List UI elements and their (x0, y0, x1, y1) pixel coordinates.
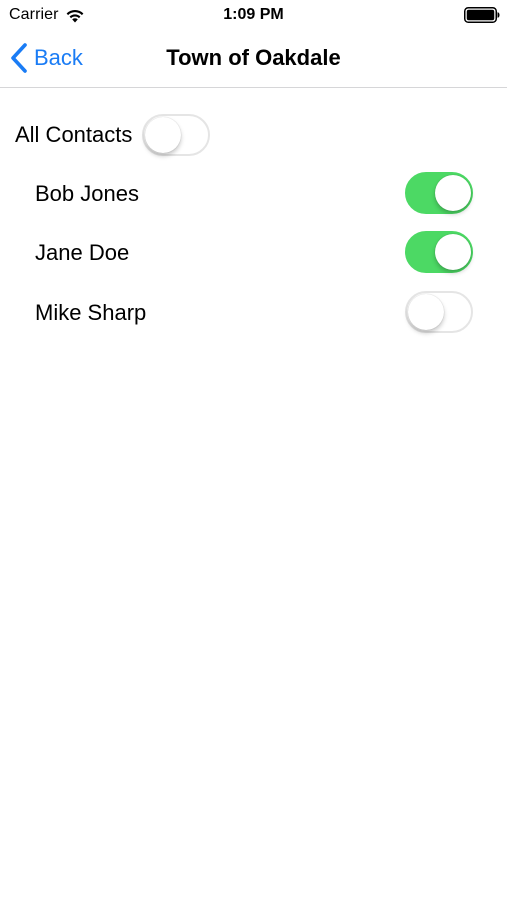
contact-name: Jane Doe (35, 240, 130, 265)
contact-name: Mike Sharp (35, 300, 147, 325)
contact-toggle-mike-sharp[interactable] (405, 291, 473, 333)
navigation-bar: Back Town of Oakdale (0, 30, 507, 88)
status-time: 1:09 PM (223, 6, 284, 23)
toggle-knob (145, 117, 182, 153)
toggle-knob (435, 234, 471, 270)
all-contacts-toggle[interactable] (142, 114, 211, 156)
status-bar: Carrier 1:09 PM (0, 0, 507, 30)
page-title: Town of Oakdale (166, 45, 341, 70)
all-contacts-label: All Contacts (15, 122, 133, 147)
all-contacts-row: All Contacts (15, 113, 211, 157)
toggle-knob (408, 294, 444, 330)
contact-toggle-jane-doe[interactable] (405, 231, 473, 273)
toggle-knob (435, 175, 471, 211)
contact-row-jane-doe: Jane Doe (35, 231, 475, 275)
contact-row-mike-sharp: Mike Sharp (35, 291, 475, 335)
battery-full-icon (464, 7, 500, 23)
contact-row-bob-jones: Bob Jones (35, 172, 475, 216)
contact-name: Bob Jones (35, 181, 139, 206)
contact-toggle-bob-jones[interactable] (405, 172, 473, 214)
